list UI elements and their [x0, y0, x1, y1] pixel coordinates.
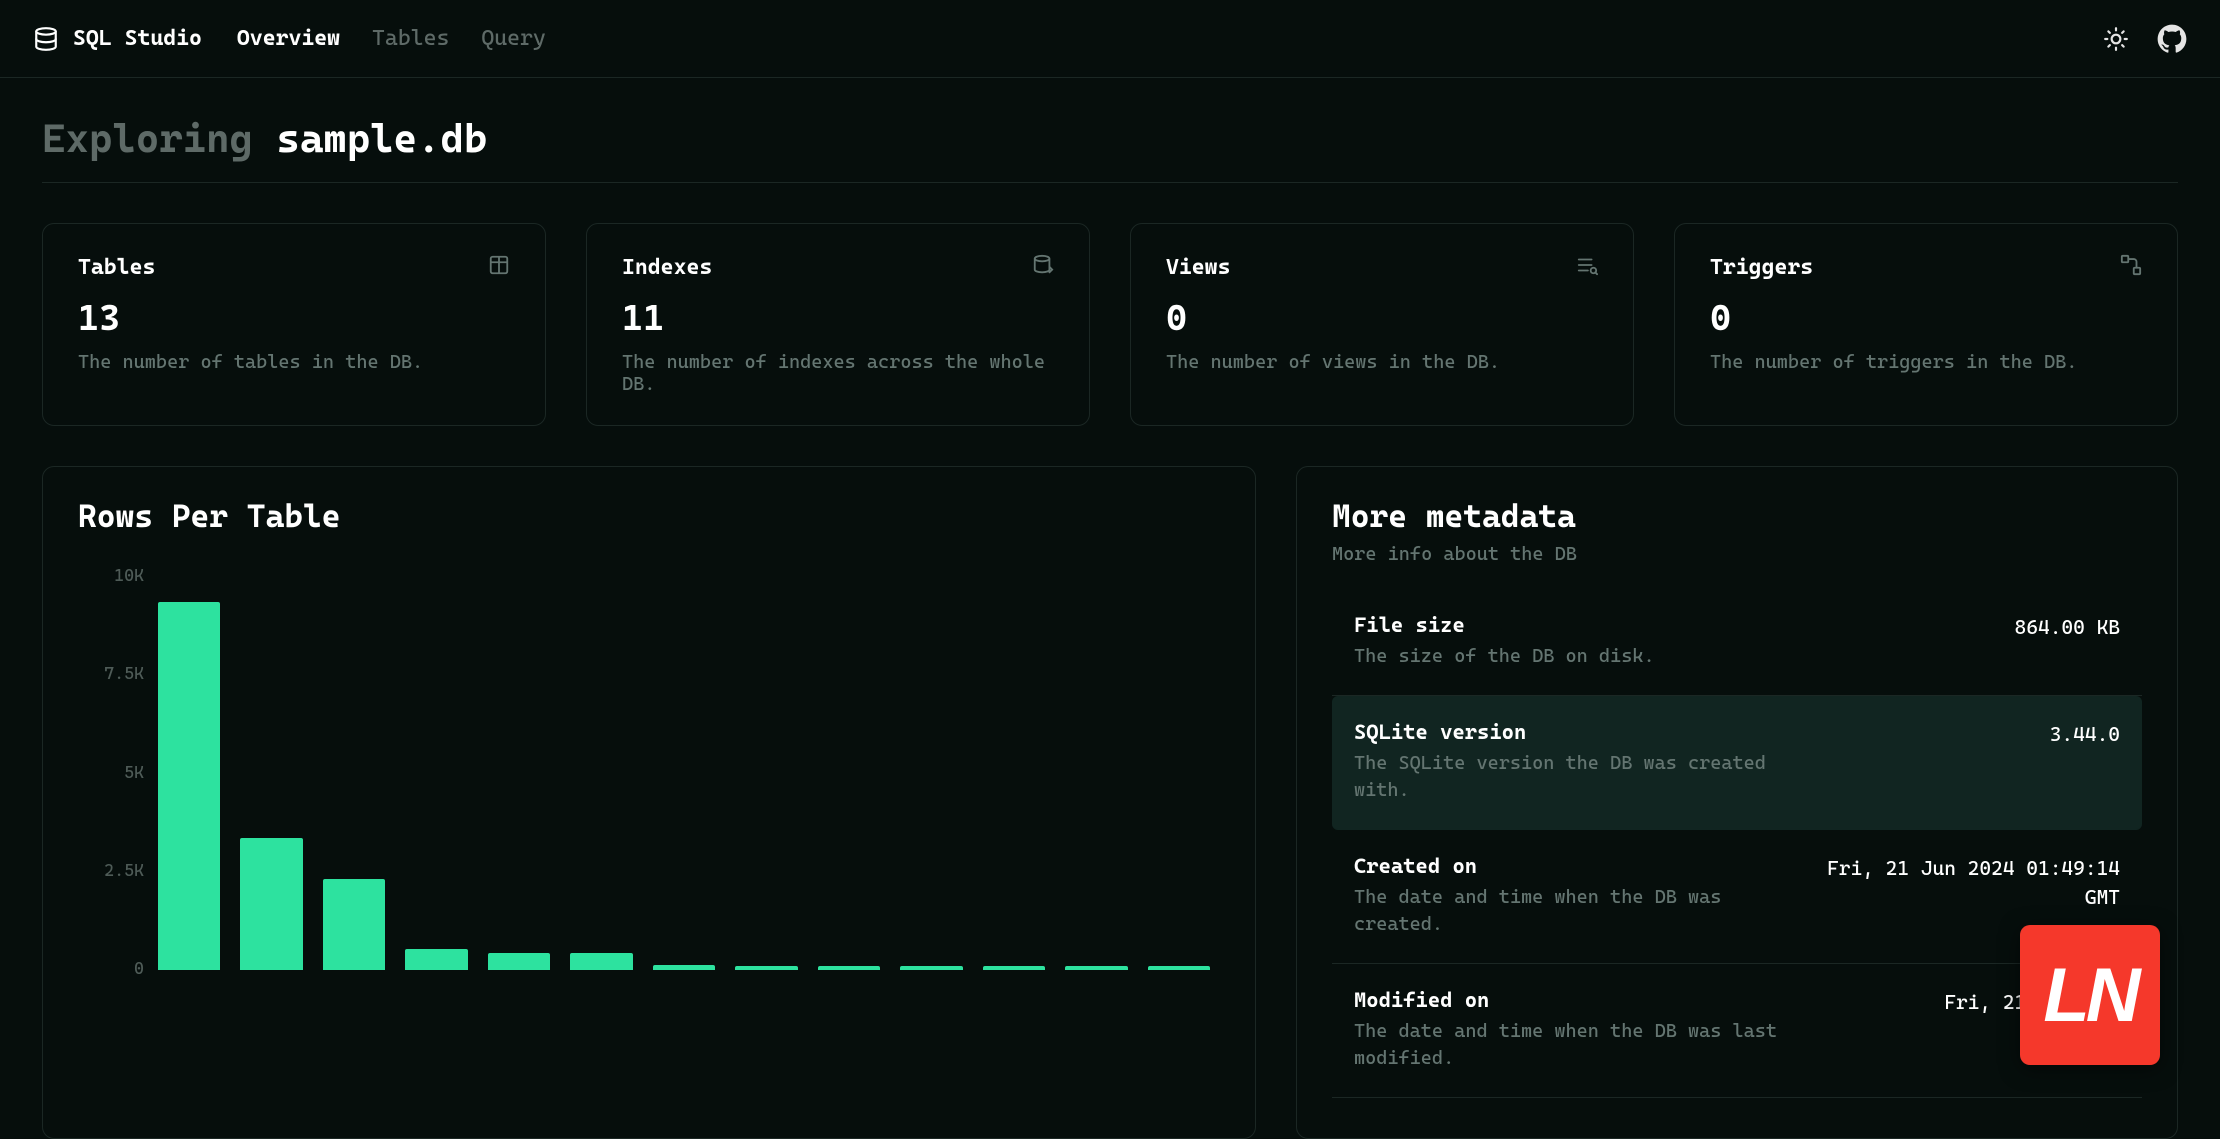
heading-prefix: Exploring [42, 116, 253, 162]
heading-db-name: sample.db [276, 116, 487, 162]
card-triggers[interactable]: Triggers 0 The number of triggers in the… [1674, 223, 2178, 426]
card-title: Views [1166, 255, 1230, 280]
metadata-desc: The date and time when the DB was last m… [1354, 1018, 1784, 1073]
card-title: Tables [78, 255, 155, 280]
nav-link-tables[interactable]: Tables [372, 26, 449, 51]
card-desc: The number of triggers in the DB. [1710, 351, 2142, 373]
y-tick: 2.5K [78, 860, 144, 880]
nav-link-query[interactable]: Query [481, 26, 545, 51]
table-icon [488, 254, 510, 280]
bar[interactable] [983, 966, 1045, 970]
bar[interactable] [818, 966, 880, 970]
y-tick: 7.5K [78, 663, 144, 683]
card-value: 13 [78, 298, 510, 339]
list-icon [1576, 254, 1598, 280]
bar[interactable] [323, 879, 385, 970]
metadata-label: SQLite version [1354, 720, 1784, 744]
metadata-item[interactable]: File size The size of the DB on disk. 864.… [1332, 589, 2142, 696]
nav-link-overview[interactable]: Overview [237, 26, 340, 51]
metadata-value: 3.44.0 [2050, 720, 2120, 749]
metadata-label: Modified on [1354, 988, 1784, 1012]
card-desc: The number of tables in the DB. [78, 351, 510, 373]
metadata-item[interactable]: SQLite version The SQLite version the DB … [1332, 696, 2142, 830]
card-title: Indexes [622, 255, 712, 280]
y-axis: 10K 7.5K 5K 2.5K 0 [78, 557, 156, 970]
metadata-label: File size [1354, 613, 1655, 637]
stat-cards: Tables 13 The number of tables in the DB… [42, 223, 2178, 426]
bar[interactable] [158, 602, 220, 970]
brand-text: SQL Studio [73, 26, 202, 51]
metadata-label: Created on [1354, 854, 1784, 878]
theme-toggle-icon[interactable] [2103, 26, 2129, 52]
bar[interactable] [653, 965, 715, 970]
metadata-subtitle: More info about the DB [1332, 543, 2142, 565]
card-desc: The number of views in the DB. [1166, 351, 1598, 373]
bar[interactable] [1065, 966, 1127, 970]
page-title: Exploring sample.db [42, 116, 2178, 183]
nav-links: Overview Tables Query [237, 26, 546, 51]
metadata-value: Fri, 21 Jun 2024 01:49:14 GMT [1827, 854, 2120, 912]
metadata-desc: The date and time when the DB was create… [1354, 884, 1784, 939]
bar[interactable] [405, 949, 467, 970]
card-value: 11 [622, 298, 1054, 339]
database-icon [1032, 254, 1054, 280]
database-icon [33, 26, 59, 52]
metadata-desc: The size of the DB on disk. [1354, 643, 1655, 671]
y-tick: 0 [78, 958, 144, 978]
card-value: 0 [1166, 298, 1598, 339]
bars [156, 557, 1220, 970]
bar[interactable] [488, 953, 550, 970]
card-tables[interactable]: Tables 13 The number of tables in the DB… [42, 223, 546, 426]
metadata-value: 864.00 KB [2015, 613, 2120, 642]
brand[interactable]: SQL Studio [33, 26, 202, 52]
bar[interactable] [900, 966, 962, 970]
badge-text: LN [2043, 952, 2136, 1039]
rows-per-table-panel: Rows Per Table 10K 7.5K 5K 2.5K 0 [42, 466, 1256, 1139]
github-icon[interactable] [2157, 24, 2187, 54]
card-title: Triggers [1710, 255, 1813, 280]
flow-icon [2120, 254, 2142, 280]
card-desc: The number of indexes across the whole D… [622, 351, 1054, 395]
bar-chart: 10K 7.5K 5K 2.5K 0 [78, 557, 1220, 970]
metadata-title: More metadata [1332, 497, 2142, 535]
bar[interactable] [1148, 966, 1210, 970]
chart-title: Rows Per Table [78, 497, 1220, 535]
bar[interactable] [735, 966, 797, 970]
metadata-desc: The SQLite version the DB was created wi… [1354, 750, 1784, 805]
bar[interactable] [240, 838, 302, 970]
y-tick: 10K [78, 565, 144, 585]
bar[interactable] [570, 953, 632, 970]
logo-badge[interactable]: LN [2020, 925, 2160, 1065]
y-tick: 5K [78, 762, 144, 782]
top-nav: SQL Studio Overview Tables Query [0, 0, 2220, 78]
card-indexes[interactable]: Indexes 11 The number of indexes across … [586, 223, 1090, 426]
card-views[interactable]: Views 0 The number of views in the DB. [1130, 223, 1634, 426]
card-value: 0 [1710, 298, 2142, 339]
